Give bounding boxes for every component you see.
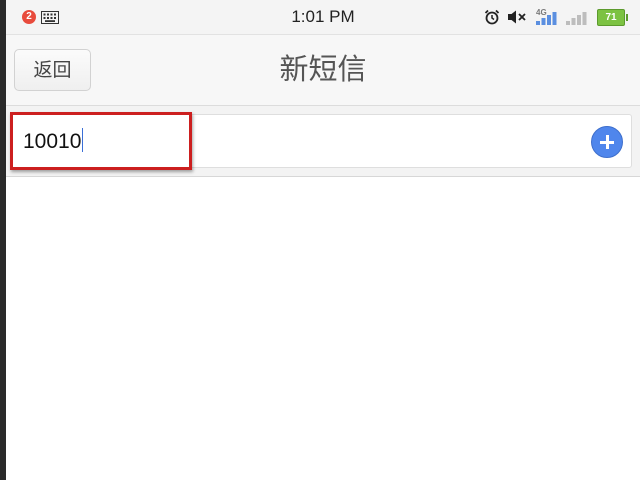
- recipient-input[interactable]: 10010: [10, 114, 632, 168]
- signal-icon: [566, 12, 587, 25]
- back-button[interactable]: 返回: [14, 49, 91, 91]
- page-title: 新短信: [279, 54, 367, 86]
- signal-icon: [536, 12, 557, 25]
- status-bar: 2 1:01 PM 4G 71: [6, 0, 640, 35]
- recipient-bar: 10010: [6, 106, 640, 177]
- mute-icon: [508, 10, 526, 24]
- battery-icon: 71: [597, 9, 628, 26]
- message-area: [6, 177, 640, 480]
- add-contact-button[interactable]: [591, 126, 623, 158]
- phone-screen: 2 1:01 PM 4G 71 新短信 返回 10010: [6, 0, 640, 480]
- header: 新短信 返回: [6, 35, 640, 106]
- alarm-icon: [484, 9, 500, 25]
- recipient-text: 10010: [23, 130, 82, 153]
- text-cursor: [82, 128, 84, 152]
- recipient-field[interactable]: 10010: [23, 128, 84, 155]
